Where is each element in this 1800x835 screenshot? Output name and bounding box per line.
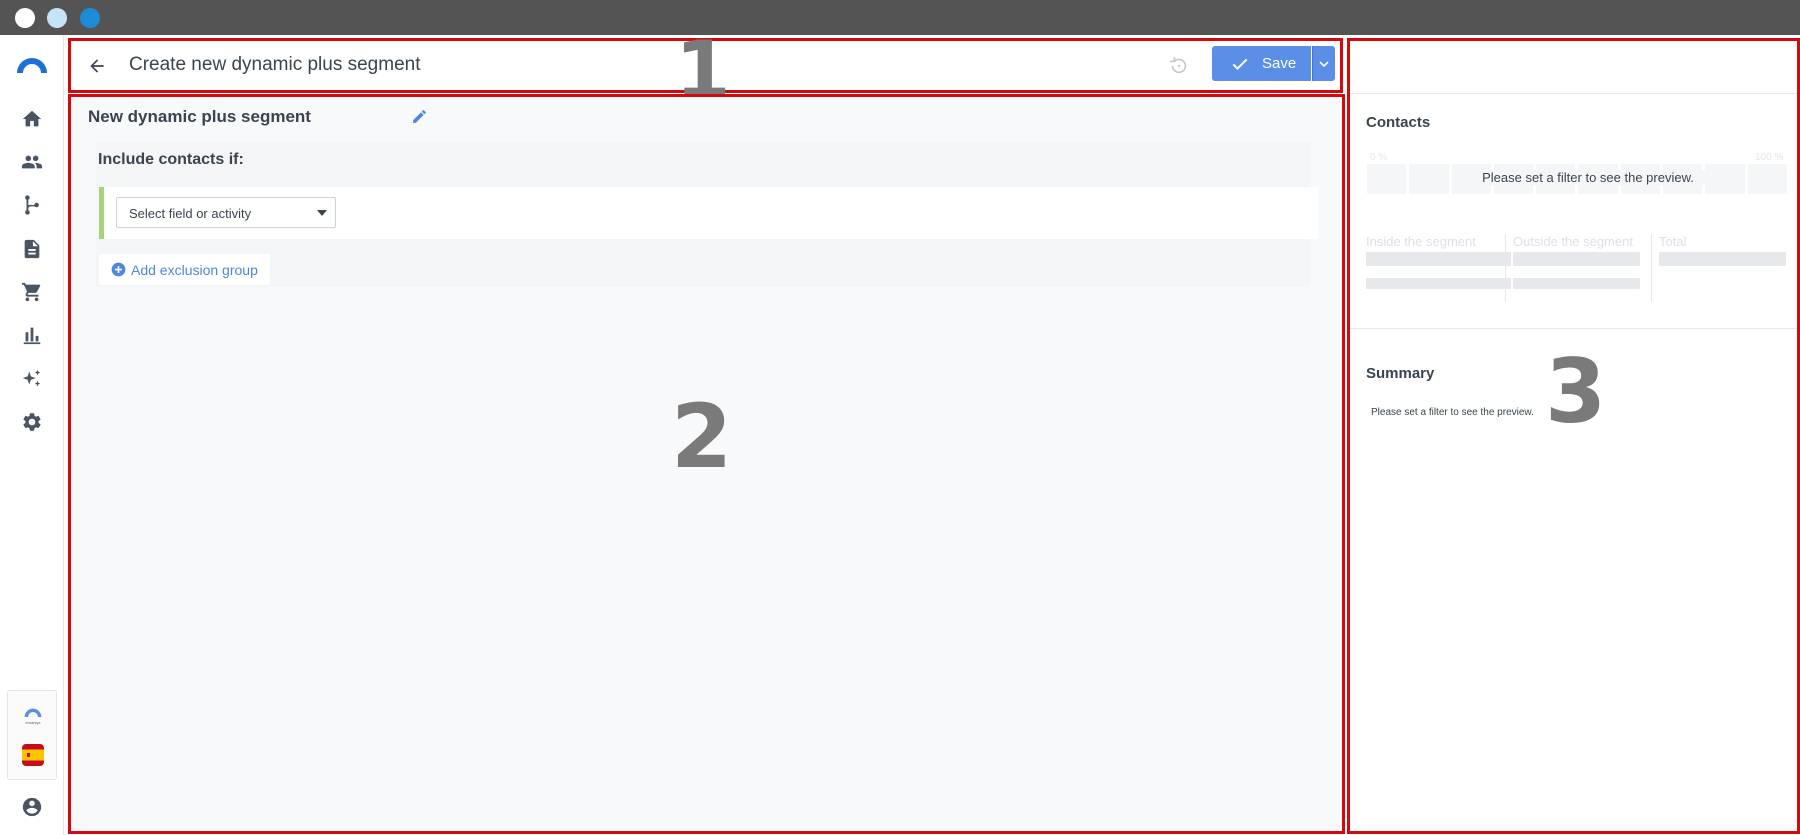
home-icon	[22, 110, 42, 127]
segment-name: New dynamic plus segment	[88, 107, 311, 126]
settings-icon	[23, 413, 41, 431]
nav-account-box: emarsys	[7, 690, 57, 780]
total-stat: Total	[1659, 234, 1786, 266]
page-title: Create new dynamic plus segment	[129, 54, 421, 75]
arrow-left-icon	[90, 59, 104, 73]
preview-panel: Contacts 0 % 100 % Please set a filter t…	[1347, 38, 1800, 834]
save-options-dropdown[interactable]	[1312, 46, 1335, 81]
chevron-down-icon	[1319, 60, 1329, 67]
divider	[1505, 234, 1506, 302]
nav-settings[interactable]	[18, 408, 46, 436]
edit-name-button[interactable]	[409, 106, 429, 126]
annotation-label-3: 3	[1545, 340, 1607, 443]
workspace-logo-icon	[24, 708, 42, 717]
spain-flag-icon	[22, 744, 44, 766]
inside-segment-stat: Inside the segment	[1366, 234, 1511, 289]
segment-editor: New dynamic plus segment Include contact…	[68, 94, 1345, 834]
window-maximize-button[interactable]	[80, 8, 100, 28]
documents-icon	[24, 239, 40, 259]
window-titlebar	[0, 0, 1800, 35]
window-minimize-button[interactable]	[47, 8, 67, 28]
nav-flows[interactable]	[18, 191, 46, 219]
nav-reports[interactable]	[18, 321, 46, 349]
reports-icon	[23, 327, 41, 345]
page-header: Create new dynamic plus segment 1 Save	[68, 31, 1343, 111]
nav-user[interactable]	[18, 793, 46, 821]
cart-icon	[21, 282, 41, 302]
include-rule-row: Select field or activity	[99, 187, 1318, 239]
skeleton-placeholder	[1513, 252, 1640, 266]
language-flag-es[interactable]	[22, 744, 44, 766]
include-label: Include contacts if:	[98, 151, 244, 168]
field-activity-select[interactable]: Select field or activity	[116, 197, 336, 228]
plus-circle-icon	[111, 262, 126, 277]
contacts-preview-message: Please set a filter to see the preview.	[1458, 170, 1718, 185]
app-logo-icon[interactable]	[14, 53, 50, 75]
history-icon	[1169, 56, 1187, 74]
window-close-button[interactable]	[15, 8, 35, 28]
range-min-label: 0 %	[1370, 152, 1388, 163]
skeleton-placeholder	[1366, 278, 1511, 289]
ai-sparkle-icon	[22, 369, 41, 387]
nav-contacts[interactable]	[18, 148, 46, 176]
save-button[interactable]: Save	[1212, 46, 1311, 81]
summary-preview-message: Please set a filter to see the preview.	[1371, 407, 1534, 418]
contacts-icon	[21, 155, 43, 169]
outside-segment-label: Outside the segment	[1513, 234, 1633, 249]
contacts-title: Contacts	[1366, 114, 1431, 131]
nav-ai[interactable]	[18, 365, 46, 393]
skeleton-placeholder	[1366, 252, 1511, 266]
skeleton-placeholder	[1659, 252, 1786, 266]
nav-commerce[interactable]	[18, 278, 46, 306]
pencil-icon	[412, 109, 426, 123]
divider	[1350, 328, 1797, 329]
flows-icon	[25, 195, 39, 215]
summary-title: Summary	[1366, 365, 1435, 382]
caret-down-icon	[317, 210, 327, 216]
add-exclusion-group-label: Add exclusion group	[131, 261, 258, 278]
range-max-label: 100 %	[1755, 152, 1784, 163]
annotation-label-2: 2	[671, 385, 733, 488]
workspace-logo-text: emarsys	[25, 720, 41, 725]
inside-segment-label: Inside the segment	[1366, 234, 1476, 249]
outside-segment-stat: Outside the segment	[1513, 234, 1640, 289]
field-activity-select-value: Select field or activity	[129, 206, 252, 221]
divider	[1651, 234, 1652, 302]
divider	[1350, 93, 1797, 94]
add-exclusion-group-button[interactable]: Add exclusion group	[99, 254, 270, 285]
save-button-label: Save	[1262, 55, 1297, 72]
total-label: Total	[1659, 234, 1687, 249]
skeleton-placeholder	[1513, 278, 1640, 289]
left-nav: emarsys	[0, 35, 64, 835]
check-icon	[1232, 58, 1248, 70]
history-button[interactable]	[1167, 54, 1191, 78]
user-account-icon	[22, 797, 42, 817]
nav-home[interactable]	[18, 105, 46, 133]
nav-documents[interactable]	[18, 235, 46, 263]
workspace-switcher[interactable]: emarsys	[21, 706, 45, 728]
back-button[interactable]	[85, 54, 109, 78]
